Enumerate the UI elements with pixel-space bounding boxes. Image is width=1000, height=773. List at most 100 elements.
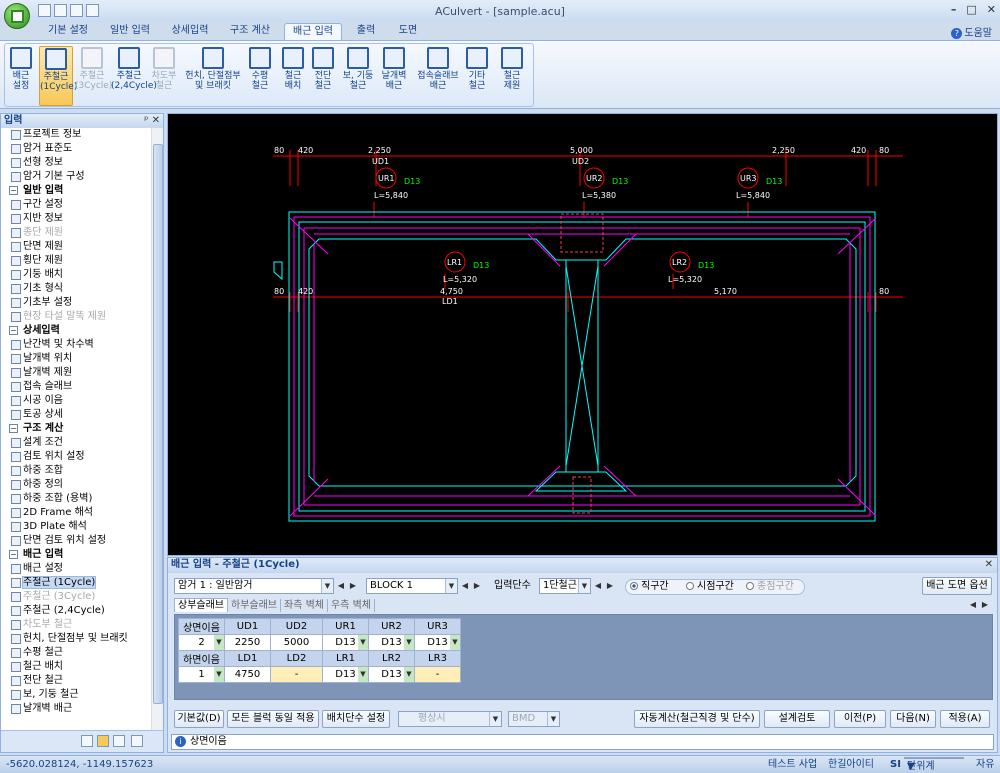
tool-icon-2[interactable] [97,735,109,747]
table-cell[interactable]: D13 ▼ [368,666,415,683]
tree-item[interactable]: 차도부 철근 [5,618,151,632]
close-icon[interactable]: ✕ [987,3,996,16]
tree-item[interactable]: 구간 설정 [5,198,151,212]
tree-item[interactable]: 기초 형식 [5,282,151,296]
tool-icon-4[interactable] [131,735,143,747]
prev-culvert-icon[interactable]: ◀ [336,579,346,593]
prev-button[interactable]: 이전(P) [834,710,886,728]
tree-item[interactable]: 주철근 (2,4Cycle) [5,604,151,618]
horizontal-rebar-button[interactable]: 수평 철근 [245,46,275,106]
table-cell[interactable]: 4750 [224,666,271,683]
radio-start-section[interactable]: 시점구간 [686,581,734,593]
haunch-bracket-button[interactable]: 헌치, 단절점부 및 브래킷 [185,46,241,106]
tab-drawing[interactable]: 도면 [388,23,428,40]
rebar-setting-button[interactable]: 배근 설정 [7,46,35,106]
table-cell[interactable]: - [270,666,323,683]
wingwall-rebar-button[interactable]: 날개벽 배근 [377,46,411,106]
radio-end-section[interactable]: 종점구간 [746,581,794,593]
tree-item[interactable]: 암거 표준도 [5,142,151,156]
tree-item[interactable]: 횡단 제원 [5,254,151,268]
tree-item[interactable]: 전단 철근 [5,674,151,688]
tree-item[interactable]: 철근 배치 [5,660,151,674]
rebar-placement-button[interactable]: 철근 배치 [279,46,307,106]
tree-item[interactable]: 기초부 설정 [5,296,151,310]
stage-setting-button[interactable]: 배치단수 설정 [322,710,390,728]
tree-item[interactable]: 종단 제원 [5,226,151,240]
main-rebar-1cycle-button[interactable]: 주철근 (1Cycle) [39,46,77,106]
block-select[interactable]: BLOCK 1 ▼ [366,578,458,594]
tree-item[interactable]: 설계 조건 [5,436,151,450]
tree-item[interactable]: 하중 조합 [5,464,151,478]
tree-item[interactable]: 날개벽 위치 [5,352,151,366]
minimize-icon[interactable]: – [951,3,957,16]
table-cell[interactable]: 1 ▼ [178,666,225,683]
rebar-spec-button[interactable]: 철근 제원 [495,46,529,106]
auto-calc-button[interactable]: 자동계산(철근직경 및 단수) [634,710,760,728]
radio-straight-section[interactable]: 직구간 [630,581,669,593]
beam-column-rebar-button[interactable]: 보, 기둥 철근 [341,46,375,106]
tree-item[interactable]: 검토 위치 설정 [5,450,151,464]
table-cell[interactable]: D13 ▼ [368,634,415,651]
tree-item[interactable]: 접속 슬래브 [5,380,151,394]
subtab-left-wall[interactable]: 좌측 벽체 [281,599,328,612]
tab-output[interactable]: 출력 [346,23,386,40]
tree-item[interactable]: 선형 정보 [5,156,151,170]
prev-block-icon[interactable]: ◀ [460,579,470,593]
apply-all-blocks-button[interactable]: 모든 블럭 동일 적용 [227,710,319,728]
tree-group[interactable]: − 일반 입력 [5,184,151,198]
rebar-drawing-options-button[interactable]: 배근 도면 옵션 [922,577,992,595]
tree-item[interactable]: 암거 기본 구성 [5,170,151,184]
tree-item[interactable]: 시공 이음 [5,394,151,408]
next-stage-icon[interactable]: ▶ [605,579,615,593]
tree-group[interactable]: − 배근 입력 [5,548,151,562]
tool-icon-1[interactable] [81,735,93,747]
subtab-scroll-left-icon[interactable]: ◀ [968,598,978,612]
approach-slab-rebar-button[interactable]: 접속슬래브 배근 [415,46,461,106]
tree-item[interactable]: 기둥 배치 [5,268,151,282]
subtab-upper-slab[interactable]: 상부슬래브 [174,598,228,612]
tree-item[interactable]: 현장 타설 말뚝 제원 [5,310,151,324]
tree-item[interactable]: 난간벽 및 차수벽 [5,338,151,352]
panel-controls[interactable]: ᵖ ✕ [144,114,160,127]
tree-item[interactable]: 지반 정보 [5,212,151,226]
tab-rebar-input[interactable]: 배근 입력 [284,23,342,40]
stage-select[interactable]: 1단철근 ▼ [539,578,591,594]
main-rebar-24cycle-button[interactable]: 주철근 (2,4Cycle) [111,46,157,106]
tree-item[interactable]: 토공 상세 [5,408,151,422]
tree-scrollbar[interactable] [151,128,163,732]
table-cell[interactable]: 2250 [224,634,271,651]
tree-item[interactable]: 날개벽 배근 [5,702,151,716]
tool-icon-3[interactable] [113,735,125,747]
tree-item[interactable]: 수평 철근 [5,646,151,660]
culvert-select[interactable]: 암거 1 : 일반암거 ▼ [174,578,334,594]
application-menu-button[interactable] [4,3,30,29]
tree-item[interactable]: 하중 정의 [5,478,151,492]
table-cell[interactable]: 2 ▼ [178,634,225,651]
main-rebar-3cycle-button[interactable]: 주철근 (3Cycle) [75,46,112,106]
next-culvert-icon[interactable]: ▶ [348,579,358,593]
tree-item[interactable]: 보, 기둥 철근 [5,688,151,702]
subtab-scroll-right-icon[interactable]: ▶ [980,598,990,612]
tab-general-input[interactable]: 일반 입력 [98,23,162,40]
shear-rebar-button[interactable]: 전단 철근 [309,46,337,106]
table-cell[interactable]: D13 ▼ [322,634,369,651]
default-button[interactable]: 기본값(D) [174,710,224,728]
maximize-icon[interactable]: □ [966,3,976,16]
next-button[interactable]: 다음(N) [890,710,936,728]
subtab-right-wall[interactable]: 우측 벽체 [328,599,375,612]
scrollbar-thumb[interactable] [153,144,163,704]
tree-item[interactable]: 날개벽 제원 [5,366,151,380]
tree-item[interactable]: 주철근 (1Cycle) [5,576,151,590]
drawing-canvas[interactable]: 80 420 2,250 5,000 2,250 420 80 UD1 UD2 80 420 4,75… [167,113,998,556]
input-panel-controls[interactable]: ✕ [985,558,993,572]
tree-item[interactable]: 단면 검토 위치 설정 [5,534,151,548]
other-rebar-button[interactable]: 기타 철근 [463,46,491,106]
apply-button[interactable]: 적용(A) [940,710,990,728]
tree-group[interactable]: − 상세입력 [5,324,151,338]
table-cell[interactable]: D13 ▼ [322,666,369,683]
tree-item[interactable]: 프로젝트 정보 [5,128,151,142]
help-button[interactable]: ? 도움말 [951,24,992,39]
tab-basic-settings[interactable]: 기본 설정 [38,23,98,40]
tree-item[interactable]: 주철근 (3Cycle) [5,590,151,604]
tree-item[interactable]: 배근 설정 [5,562,151,576]
